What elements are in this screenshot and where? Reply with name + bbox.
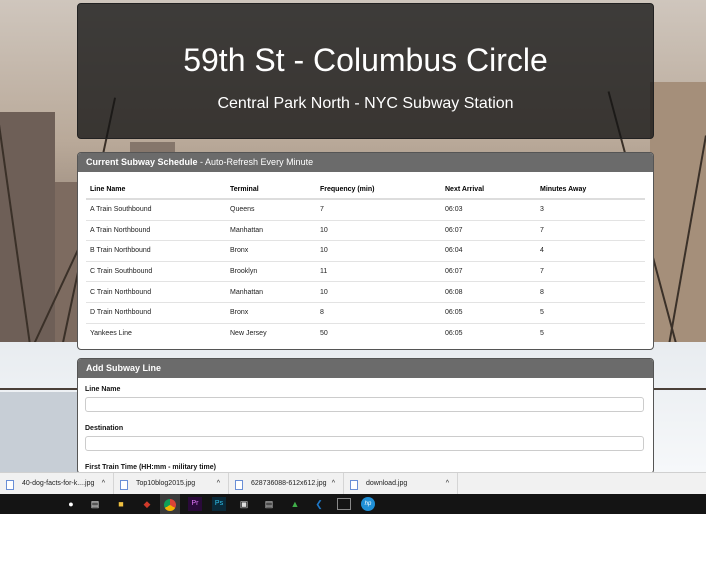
cell-frequency: 10 <box>316 240 441 262</box>
building <box>650 82 706 342</box>
cell-line-name: A Train Southbound <box>86 198 226 221</box>
first-train-time-label: First Train Time (HH:mm - military time) <box>85 464 216 471</box>
cell-minutes-away: 7 <box>536 219 645 241</box>
schedule-table: Line Name Terminal Frequency (min) Next … <box>86 180 645 344</box>
cell-minutes-away: 4 <box>536 240 645 262</box>
add-line-panel-heading: Add Subway Line <box>78 359 653 378</box>
download-item[interactable]: download.jpg ^ <box>344 473 458 495</box>
download-filename: 628736088-612x612.jpg <box>251 480 327 487</box>
building <box>0 112 55 342</box>
column-header: Next Arrival <box>441 180 536 200</box>
table-row: C Train Northbound Manhattan 10 06:08 8 <box>86 281 645 303</box>
add-line-form: Line Name Destination First Train Time (… <box>78 378 653 471</box>
download-filename: Top10blog2015.jpg <box>136 480 196 487</box>
column-header: Frequency (min) <box>316 180 441 200</box>
cell-line-name: A Train Northbound <box>86 219 226 241</box>
terminal-icon[interactable] <box>337 498 351 510</box>
cell-frequency: 7 <box>316 198 441 221</box>
download-filename: 40-dog-facts-for-k....jpg <box>22 480 95 487</box>
image-file-icon <box>6 480 14 490</box>
cell-next-arrival: 06:08 <box>441 281 536 303</box>
table-row: Yankees Line New Jersey 50 06:05 5 <box>86 322 645 344</box>
page-subtitle: Central Park North - NYC Subway Station <box>217 95 514 112</box>
cell-frequency: 11 <box>316 260 441 282</box>
cell-line-name: C Train Northbound <box>86 281 226 303</box>
page-title: 59th St - Columbus Circle <box>183 42 548 78</box>
add-line-heading: Add Subway Line <box>86 363 162 373</box>
cell-terminal: Bronx <box>226 301 316 324</box>
file-explorer-icon[interactable]: ■ <box>114 497 128 511</box>
store-icon[interactable]: ▣ <box>237 497 251 511</box>
premiere-icon[interactable]: Pr <box>188 497 202 511</box>
table-header-row: Line Name Terminal Frequency (min) Next … <box>86 180 645 200</box>
column-header: Line Name <box>86 180 226 200</box>
header-banner: 59th St - Columbus Circle Central Park N… <box>77 3 654 139</box>
download-filename: download.jpg <box>366 480 408 487</box>
image-file-icon <box>235 480 243 490</box>
image-file-icon <box>350 480 358 490</box>
download-item[interactable]: 40-dog-facts-for-k....jpg ^ <box>0 473 114 495</box>
cell-next-arrival: 06:04 <box>441 240 536 262</box>
destination-label: Destination <box>85 425 124 432</box>
cell-minutes-away: 8 <box>536 281 645 303</box>
chrome-icon[interactable] <box>160 494 180 514</box>
hp-icon[interactable]: hp <box>361 497 375 511</box>
cell-terminal: Bronx <box>226 240 316 262</box>
table-row: B Train Northbound Bronx 10 06:04 4 <box>86 240 645 262</box>
cell-minutes-away: 5 <box>536 322 645 344</box>
chevron-up-icon[interactable]: ^ <box>332 473 335 495</box>
cell-next-arrival: 06:05 <box>441 301 536 324</box>
table-row: A Train Northbound Manhattan 10 06:07 7 <box>86 219 645 241</box>
notes-icon[interactable]: ▤ <box>262 497 276 511</box>
photoshop-icon[interactable]: Ps <box>212 497 226 511</box>
cell-minutes-away: 7 <box>536 260 645 282</box>
cell-terminal: Manhattan <box>226 281 316 303</box>
cell-line-name: Yankees Line <box>86 322 226 344</box>
cell-frequency: 8 <box>316 301 441 324</box>
line-name-label: Line Name <box>85 386 121 393</box>
table-row: A Train Southbound Queens 7 06:03 3 <box>86 198 645 221</box>
windows-taskbar: ● ▤ ■ ◆ Pr Ps ▣ ▤ ▲ ❮ hp <box>0 494 706 514</box>
cell-line-name: B Train Northbound <box>86 240 226 262</box>
task-view-icon[interactable]: ▤ <box>88 497 102 511</box>
cell-line-name: D Train Northbound <box>86 301 226 324</box>
schedule-panel-heading: Current Subway Schedule - Auto-Refresh E… <box>78 153 653 172</box>
download-item[interactable]: 628736088-612x612.jpg ^ <box>229 473 344 495</box>
cell-line-name: C Train Southbound <box>86 260 226 282</box>
table-row: C Train Southbound Brooklyn 11 06:07 7 <box>86 260 645 282</box>
cell-frequency: 10 <box>316 281 441 303</box>
cell-terminal: Manhattan <box>226 219 316 241</box>
cell-frequency: 50 <box>316 322 441 344</box>
chevron-up-icon[interactable]: ^ <box>217 473 220 495</box>
chevron-up-icon[interactable]: ^ <box>446 473 449 495</box>
table-row: D Train Northbound Bronx 8 06:05 5 <box>86 301 645 324</box>
destination-input[interactable] <box>85 436 644 451</box>
schedule-heading-title: Current Subway Schedule <box>86 157 198 167</box>
cell-minutes-away: 5 <box>536 301 645 324</box>
cell-terminal: Queens <box>226 198 316 221</box>
app-green-icon[interactable]: ▲ <box>288 497 302 511</box>
add-line-panel: Add Subway Line Line Name Destination Fi… <box>77 358 654 474</box>
cell-next-arrival: 06:03 <box>441 198 536 221</box>
column-header: Minutes Away <box>536 180 645 200</box>
downloads-bar: 40-dog-facts-for-k....jpg ^ Top10blog201… <box>0 472 706 495</box>
schedule-panel: Current Subway Schedule - Auto-Refresh E… <box>77 152 654 350</box>
cell-next-arrival: 06:07 <box>441 219 536 241</box>
image-file-icon <box>120 480 128 490</box>
cell-next-arrival: 06:05 <box>441 322 536 344</box>
column-header: Terminal <box>226 180 316 200</box>
cell-minutes-away: 3 <box>536 198 645 221</box>
app-red-icon[interactable]: ◆ <box>140 497 154 511</box>
cell-next-arrival: 06:07 <box>441 260 536 282</box>
chevron-up-icon[interactable]: ^ <box>102 473 105 495</box>
schedule-heading-note: - Auto-Refresh Every Minute <box>197 157 314 167</box>
vscode-icon[interactable]: ❮ <box>312 497 326 511</box>
cell-terminal: Brooklyn <box>226 260 316 282</box>
microphone-icon[interactable]: ● <box>64 497 78 511</box>
cell-frequency: 10 <box>316 219 441 241</box>
cell-terminal: New Jersey <box>226 322 316 344</box>
line-name-input[interactable] <box>85 397 644 412</box>
download-item[interactable]: Top10blog2015.jpg ^ <box>114 473 229 495</box>
